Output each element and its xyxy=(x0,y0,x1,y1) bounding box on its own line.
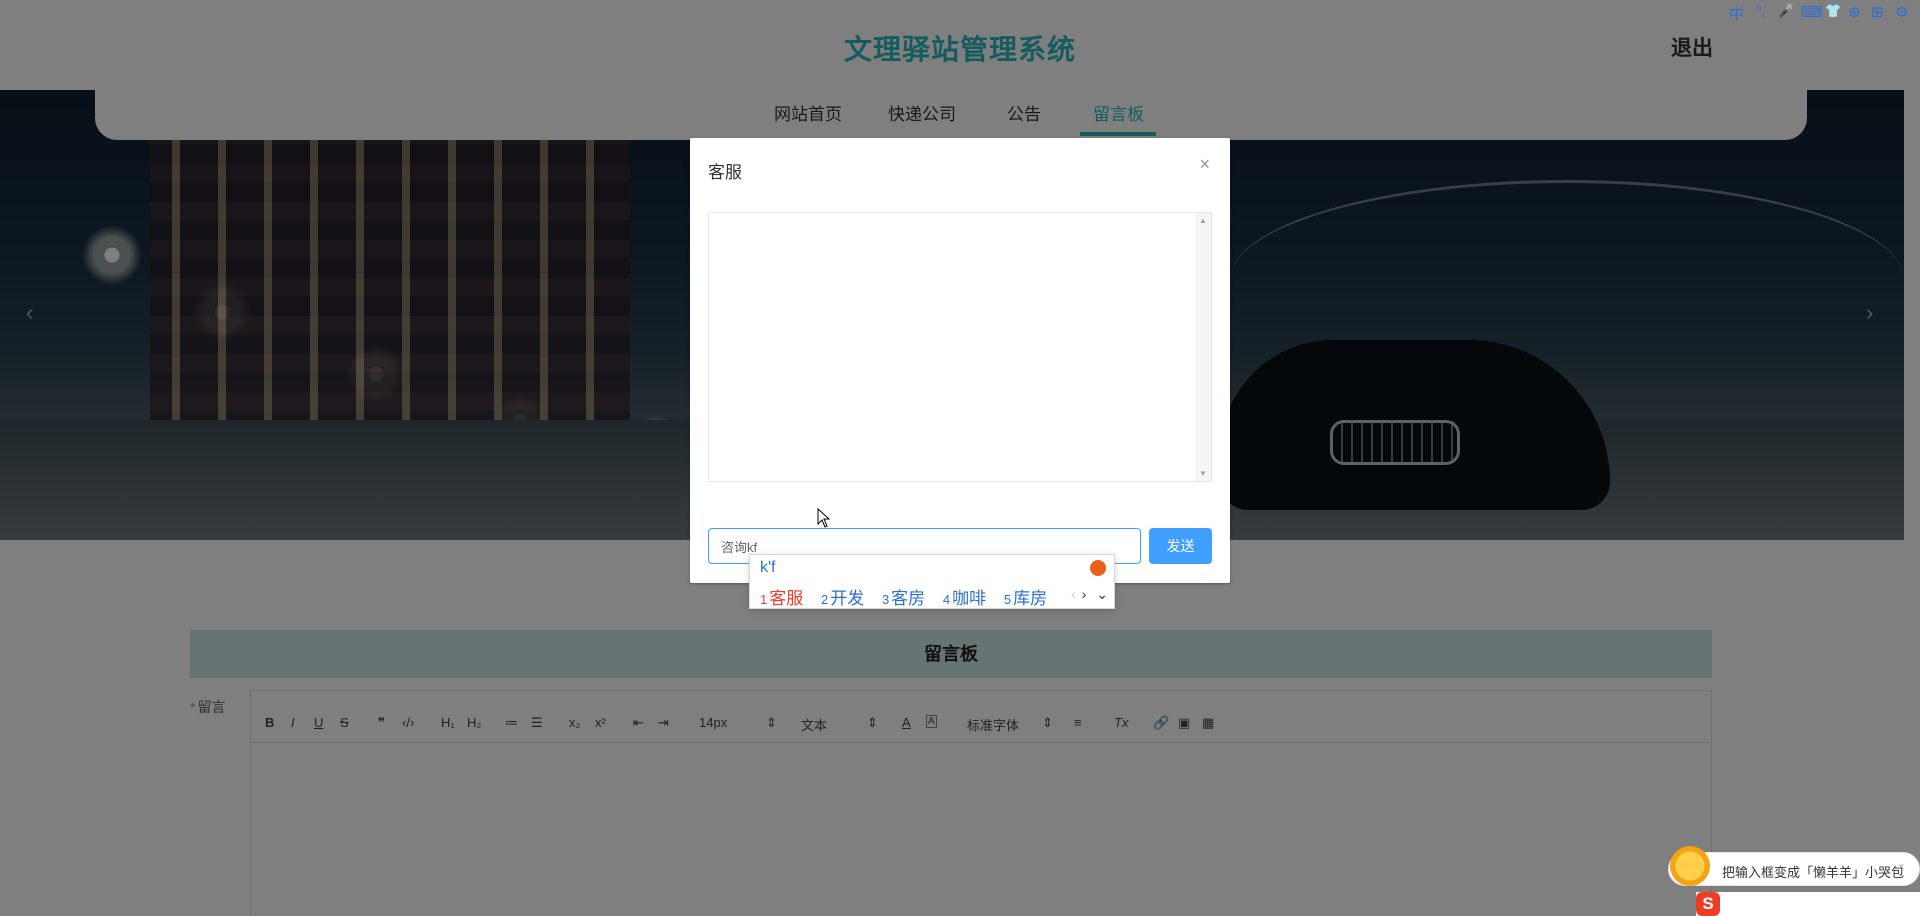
grid-menu-icon[interactable]: ⊞ xyxy=(1871,3,1884,21)
ime-tip-text[interactable]: 把输入框变成「懒羊羊」小哭包 xyxy=(1722,862,1904,881)
ime-candidate[interactable]: 3 客房 xyxy=(882,589,925,608)
keyboard-icon[interactable]: ⌨ xyxy=(1801,3,1823,21)
ime-pager: ‹ › ⌄ xyxy=(1071,586,1108,603)
sogou-logo-icon[interactable]: S xyxy=(1696,892,1720,916)
ime-candidate[interactable]: 2 开发 xyxy=(821,589,864,608)
settings-icon[interactable]: ⚙ xyxy=(1895,3,1908,21)
ime-candidate[interactable]: 5 库房 xyxy=(1004,589,1047,608)
chat-scrollbar[interactable]: ▲ ▼ xyxy=(1195,213,1211,481)
customer-service-dialog: 客服 × ▲ ▼ 发送 xyxy=(690,138,1230,583)
sun-mascot-icon xyxy=(1670,846,1710,886)
toolbox-icon[interactable]: ⊕ xyxy=(1848,3,1861,21)
dialog-title: 客服 xyxy=(708,163,742,182)
ime-language-toggle[interactable]: 中 xyxy=(1729,3,1744,24)
ime-expand-icon[interactable]: ⌄ xyxy=(1096,586,1108,602)
ime-next-page-icon[interactable]: › xyxy=(1082,586,1087,602)
ime-candidate[interactable]: 4 咖啡 xyxy=(943,589,986,608)
ime-status-bar xyxy=(1696,892,1920,916)
ime-candidate-number: 3 xyxy=(881,592,890,607)
ime-candidate-number: 1 xyxy=(760,592,768,607)
chat-history[interactable]: ▲ ▼ xyxy=(708,212,1212,482)
skin-icon[interactable]: 👕 xyxy=(1825,3,1841,19)
ime-candidate-text: 客房 xyxy=(891,589,926,608)
ime-pinyin: k'f xyxy=(760,559,776,576)
ime-punctuation-icon[interactable]: °, xyxy=(1756,3,1766,20)
ime-candidate-window: k'f 1 客服 2 开发 3 客房 4 咖啡 5 库房 ‹ › ⌄ xyxy=(749,554,1115,609)
ime-candidate-text: 开发 xyxy=(830,589,865,608)
scroll-up-icon[interactable]: ▲ xyxy=(1199,216,1207,225)
send-button[interactable]: 发送 xyxy=(1149,528,1212,564)
ime-candidate-number: 2 xyxy=(820,592,829,607)
tip-close-icon[interactable]: × xyxy=(1898,861,1904,873)
ime-candidate-number: 4 xyxy=(942,592,951,607)
ime-skin-icon[interactable] xyxy=(1090,560,1106,576)
ime-prev-page-icon[interactable]: ‹ xyxy=(1071,586,1076,602)
ime-candidates: 1 客服 2 开发 3 客房 4 咖啡 5 库房 xyxy=(760,584,1060,609)
ime-candidate-text: 咖啡 xyxy=(952,589,987,608)
ime-candidate-text: 库房 xyxy=(1013,589,1048,608)
ime-candidate-number: 5 xyxy=(1003,592,1012,607)
close-icon[interactable]: × xyxy=(1199,154,1210,175)
ime-candidate-text: 客服 xyxy=(769,589,804,608)
microphone-icon[interactable]: 🎤 xyxy=(1778,3,1794,19)
ime-candidate[interactable]: 1 客服 xyxy=(760,589,803,608)
scroll-down-icon[interactable]: ▼ xyxy=(1199,469,1207,478)
